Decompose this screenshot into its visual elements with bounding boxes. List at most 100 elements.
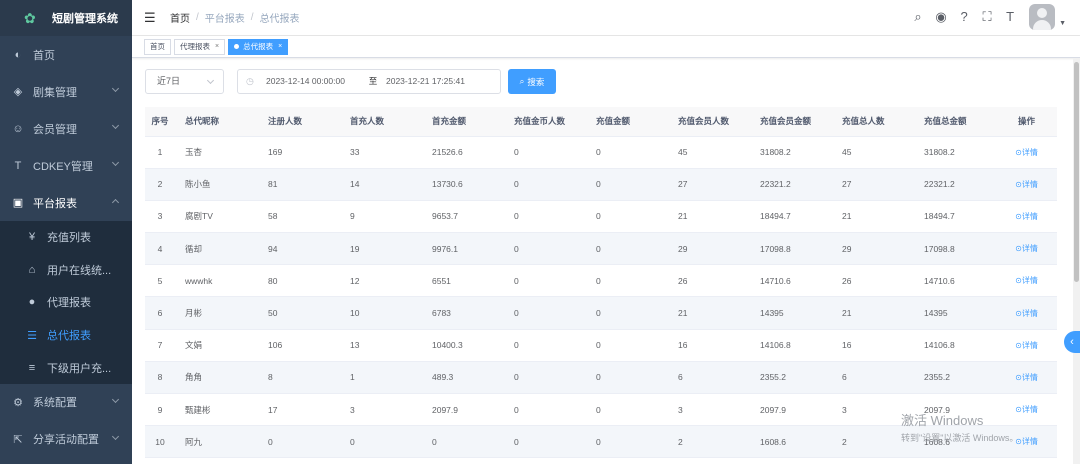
- detail-label: 详情: [1021, 276, 1038, 286]
- sidebar-item-cdkey[interactable]: T CDKEY管理: [0, 147, 132, 184]
- tag-agent-report[interactable]: 代理报表 ×: [174, 38, 226, 55]
- detail-link[interactable]: ⊙详情: [1015, 341, 1038, 350]
- sidebar-item-label: 分享活动配置: [33, 434, 99, 447]
- column-header: 充值总金额: [914, 107, 996, 137]
- sidebar-item-online-stats[interactable]: ⌂ 用户在线统...: [0, 254, 132, 287]
- member-icon: ☺: [12, 122, 24, 135]
- table-cell: 26: [668, 264, 750, 298]
- table-cell: 19: [340, 232, 422, 266]
- detail-cell: ⊙详情: [996, 168, 1057, 201]
- table-cell: 14710.6: [750, 264, 832, 298]
- table-cell: 9: [145, 393, 175, 427]
- table-cell: 陈小鱼: [175, 168, 258, 201]
- tag-home[interactable]: 首页: [144, 38, 171, 55]
- detail-link[interactable]: ⊙详情: [1015, 276, 1038, 285]
- logo[interactable]: ✿ 短剧管理系统: [0, 0, 132, 36]
- table-cell: 4: [145, 232, 175, 266]
- table-cell: 玉杏: [175, 136, 258, 169]
- detail-link[interactable]: ⊙详情: [1015, 180, 1038, 189]
- table-cell: 27: [668, 168, 750, 201]
- table-cell: 13730.6: [422, 168, 504, 201]
- start-datetime[interactable]: 2023-12-14 00:00:00: [266, 70, 362, 93]
- table-cell: 80: [258, 264, 340, 298]
- tag-general-agent-report[interactable]: 总代报表 ×: [228, 38, 289, 55]
- column-header: 首充金额: [422, 107, 504, 137]
- menu-toggle-icon[interactable]: ☰: [144, 10, 156, 26]
- table-cell: 33: [340, 136, 422, 169]
- search-icon[interactable]: ⌕: [910, 9, 926, 25]
- github-icon[interactable]: ◉: [933, 9, 949, 25]
- sidebar-item-recharge-list[interactable]: ¥ 充值列表: [0, 221, 132, 254]
- end-datetime[interactable]: 2023-12-21 17:25:41: [386, 70, 465, 93]
- period-select-value: 近7日: [157, 76, 181, 86]
- fullscreen-icon[interactable]: ⛶: [979, 9, 995, 25]
- table-cell: 21526.6: [422, 136, 504, 169]
- search-button[interactable]: ⌕ 搜索: [508, 69, 556, 94]
- table-cell: 2097.9: [750, 393, 832, 427]
- sidebar-item-home[interactable]: ◐ 首页: [0, 36, 132, 73]
- sidebar-item-platform-report[interactable]: ▣ 平台报表: [0, 184, 132, 221]
- breadcrumb-item[interactable]: 首页: [170, 10, 190, 25]
- breadcrumb-item: 总代报表: [259, 14, 300, 25]
- breadcrumb-separator: /: [250, 12, 254, 23]
- table-cell: 0: [504, 200, 586, 234]
- detail-link[interactable]: ⊙详情: [1015, 244, 1038, 253]
- table-cell: 14106.8: [914, 329, 996, 362]
- caret-down-icon[interactable]: ▼: [1059, 20, 1066, 27]
- table-cell: 18494.7: [750, 200, 832, 234]
- chevron-down-icon: [111, 158, 120, 167]
- detail-label: 详情: [1021, 147, 1038, 157]
- detail-link[interactable]: ⊙详情: [1015, 437, 1038, 446]
- table-cell: 2355.2: [750, 361, 832, 395]
- period-select[interactable]: 近7日: [145, 69, 224, 94]
- table-cell: 14395: [750, 296, 832, 330]
- table-cell: 14106.8: [750, 329, 832, 362]
- sidebar-item-label: 代理报表: [47, 297, 91, 310]
- table-cell: 58: [258, 200, 340, 234]
- sidebar-item-members[interactable]: ☺ 会员管理: [0, 110, 132, 147]
- avatar[interactable]: [1029, 4, 1056, 30]
- detail-cell: ⊙详情: [996, 200, 1057, 234]
- close-icon[interactable]: ×: [215, 40, 219, 54]
- help-icon[interactable]: ?: [956, 9, 972, 25]
- scrollbar-thumb[interactable]: [1074, 62, 1079, 282]
- navbar-actions: ⌕ ◉ ? ⛶ T ▼: [910, 4, 1066, 30]
- table-cell: 0: [586, 232, 668, 266]
- table-cell: 0: [586, 168, 668, 201]
- table-cell: 16: [668, 329, 750, 362]
- column-header: 充值总人数: [832, 107, 914, 137]
- table-cell: 31808.2: [914, 136, 996, 169]
- sidebar-item-general-agent-report[interactable]: ☰ 总代报表: [0, 319, 132, 352]
- detail-link[interactable]: ⊙详情: [1015, 212, 1038, 221]
- sidebar-item-label: 平台报表: [33, 197, 77, 210]
- chevron-left-icon: ‹: [1070, 336, 1074, 348]
- sidebar-item-share-config[interactable]: ⇱ 分享活动配置: [0, 421, 132, 458]
- detail-link[interactable]: ⊙详情: [1015, 405, 1038, 414]
- detail-link[interactable]: ⊙详情: [1015, 373, 1038, 382]
- detail-link[interactable]: ⊙详情: [1015, 309, 1038, 318]
- close-icon[interactable]: ×: [278, 40, 282, 54]
- user-icon: ●: [28, 296, 36, 309]
- sidebar-item-sub-user-recharge[interactable]: ≡ 下级用户充...: [0, 351, 132, 384]
- settings-toggle-button[interactable]: ‹: [1064, 331, 1080, 353]
- app-root: ✿ 短剧管理系统 ◐ 首页 ◈ 剧集管理 ☺ 会员管理 T CDKEY管理 ▣ …: [0, 0, 1080, 464]
- table-cell: 0: [504, 136, 586, 169]
- sidebar-item-episodes[interactable]: ◈ 剧集管理: [0, 73, 132, 110]
- tags-view: 首页 代理报表 × 总代报表 ×: [132, 36, 1080, 58]
- table-cell: 13: [340, 329, 422, 362]
- scrollbar[interactable]: [1073, 58, 1080, 464]
- sidebar-item-agent-report[interactable]: ● 代理报表: [0, 286, 132, 319]
- breadcrumb: 首页 / 平台报表 / 总代报表: [170, 10, 306, 25]
- table-cell: 2: [668, 425, 750, 459]
- column-header: 充值金额: [586, 107, 668, 137]
- table-cell: 29: [832, 232, 914, 266]
- detail-link[interactable]: ⊙详情: [1015, 148, 1038, 157]
- table-cell: 169: [258, 136, 340, 169]
- sidebar-item-label: 充值列表: [47, 232, 91, 245]
- text-size-icon[interactable]: T: [1002, 9, 1018, 25]
- date-range-picker[interactable]: ◷ 2023-12-14 00:00:00 至 2023-12-21 17:25…: [237, 69, 501, 94]
- sidebar-item-system-config[interactable]: ⚙ 系统配置: [0, 384, 132, 421]
- table-cell: 6: [668, 361, 750, 395]
- eye-icon: ⊙: [1015, 372, 1022, 382]
- table-cell: 16: [832, 329, 914, 362]
